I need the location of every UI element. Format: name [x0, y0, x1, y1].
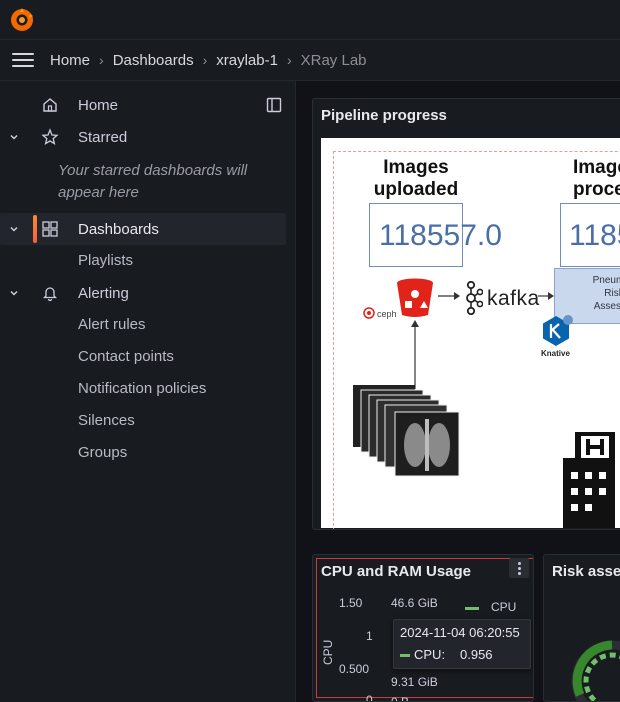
stage-title-line: Image — [573, 157, 620, 178]
cpu-ram-usage-panel[interactable]: CPU and RAM Usage CPU 1.50 1 0.500 0 46.… — [312, 554, 534, 702]
gauge-icon — [571, 640, 620, 701]
sidebar-item-notification-policies[interactable]: Notification policies — [78, 380, 206, 397]
pipeline-progress-panel[interactable]: Pipeline progress Images uploaded 118557… — [312, 98, 620, 530]
breadcrumb-dashboards[interactable]: Dashboards — [113, 52, 194, 69]
right-y-tick: 46.6 GiB — [391, 596, 438, 610]
legend-cpu-label[interactable]: CPU — [491, 600, 516, 614]
breadcrumb-bar: Home › Dashboards › xraylab-1 › XRay Lab — [0, 40, 620, 81]
pneumo-label-line: Assessm — [593, 301, 620, 312]
tooltip-swatch — [400, 654, 410, 657]
kafka-logo-icon — [466, 281, 483, 315]
y-tick: 1.50 — [339, 596, 363, 610]
starred-empty-message: Your starred dashboards will appear here — [58, 162, 248, 201]
sidebar-item-label: Dashboards — [78, 220, 159, 238]
sidebar-item-label: Starred — [78, 128, 128, 146]
bell-icon — [42, 287, 58, 302]
chevron-down-icon[interactable] — [8, 223, 20, 235]
ceph-logo-icon — [363, 307, 375, 319]
knative-label: Knative — [541, 349, 570, 358]
breadcrumb-folder[interactable]: xraylab-1 — [216, 52, 278, 69]
chart-tooltip: 2024-11-04 06:20:55 CPU: 0.956 — [393, 619, 531, 669]
dashboards-grid-icon — [42, 221, 58, 237]
star-icon — [41, 128, 59, 145]
breadcrumb-separator: › — [99, 52, 104, 68]
pneumo-label-line: Risk — [604, 288, 620, 299]
kafka-label: kafka — [487, 287, 540, 310]
panel-menu-button[interactable] — [509, 558, 529, 578]
y-axis-label: CPU — [321, 639, 335, 665]
risk-assessment-panel[interactable]: Risk asses — [543, 554, 620, 702]
chevron-down-icon[interactable] — [8, 131, 20, 143]
panel-title: Risk asses — [552, 563, 620, 580]
breadcrumb-separator: › — [286, 52, 292, 68]
panel-title: CPU and RAM Usage — [321, 563, 472, 580]
tooltip-value: 0.956 — [460, 647, 493, 662]
breadcrumb: Home › Dashboards › xraylab-1 › XRay Lab — [50, 52, 367, 69]
active-indicator — [33, 215, 37, 243]
stage-title-line: Images — [383, 157, 449, 178]
y-tick: 0 — [366, 693, 373, 702]
sidebar-item-starred[interactable]: Starred — [0, 121, 286, 153]
legend-cpu-swatch — [465, 607, 479, 610]
home-icon — [43, 98, 57, 112]
stage-uploaded-title: Images uploaded — [371, 157, 461, 201]
panel-title: Pipeline progress — [321, 107, 447, 124]
breadcrumb-separator: › — [202, 52, 208, 68]
sidebar-item-groups[interactable]: Groups — [78, 444, 127, 461]
pipeline-diagram: Images uploaded 118557.0 Image proces 11… — [321, 138, 620, 529]
breadcrumb-current: XRay Lab — [300, 51, 367, 69]
chevron-down-icon[interactable] — [8, 287, 20, 299]
sidebar-item-dashboards[interactable]: Dashboards — [0, 213, 286, 245]
stat-value-uploaded: 118557.0 — [379, 219, 502, 252]
sidebar-item-alert-rules[interactable]: Alert rules — [78, 316, 146, 333]
y-tick: 0.500 — [339, 662, 370, 676]
tooltip-time: 2024-11-04 06:20:55 — [400, 625, 520, 640]
grafana-logo-icon[interactable] — [9, 7, 35, 33]
ceph-label: ceph — [377, 309, 397, 319]
breadcrumb-home[interactable]: Home — [50, 52, 90, 69]
right-y-tick: 0 B — [391, 695, 410, 702]
y-tick: 1 — [366, 629, 373, 643]
tooltip-series: CPU: — [414, 647, 446, 662]
sidebar-item-label: Home — [78, 96, 119, 114]
sidebar-item-home[interactable]: Home — [0, 89, 286, 121]
sidebar-item-silences[interactable]: Silences — [78, 412, 135, 429]
top-bar — [0, 0, 620, 40]
stat-value-processed: 1185 — [569, 219, 620, 252]
stage-processed-title: Image proces — [573, 157, 620, 201]
sidebar-item-label: Alerting — [78, 284, 129, 302]
pneumo-label-line: Pneumon — [592, 275, 620, 286]
menu-toggle-icon[interactable] — [12, 52, 34, 68]
flow-arrow-up-icon — [411, 320, 419, 389]
xray-images-stack — [353, 385, 460, 477]
sidebar-item-contact-points[interactable]: Contact points — [78, 348, 174, 365]
dashboard-area: Pipeline progress Images uploaded 118557… — [296, 81, 620, 702]
stage-title-line: proces — [573, 179, 620, 200]
sidebar: Home Starred Your starred dashboards wil… — [0, 81, 296, 702]
knative-logo-icon — [543, 315, 573, 346]
hospital-icon — [563, 432, 615, 528]
bucket-icon — [397, 278, 433, 317]
sidebar-item-playlists[interactable]: Playlists — [78, 252, 133, 269]
sidebar-item-alerting[interactable]: Alerting — [0, 277, 286, 309]
right-y-tick: 9.31 GiB — [391, 675, 438, 689]
stage-title-line: uploaded — [373, 179, 459, 200]
